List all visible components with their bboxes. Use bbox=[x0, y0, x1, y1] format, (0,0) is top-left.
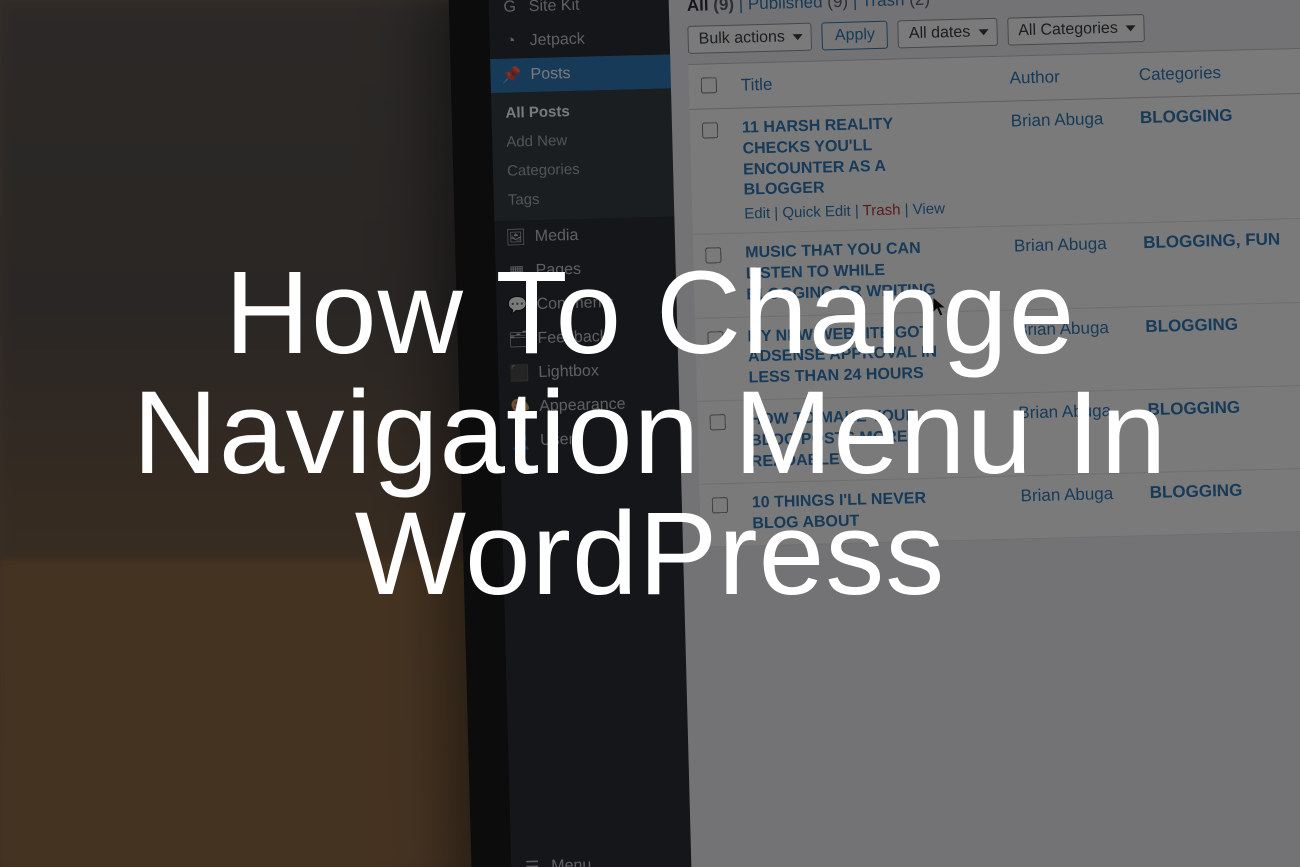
headline-overlay: How To Change Navigation Menu In WordPre… bbox=[0, 0, 1300, 867]
stage: { "overlay": { "headline": "How To Chang… bbox=[0, 0, 1300, 867]
headline-text: How To Change Navigation Menu In WordPre… bbox=[0, 253, 1300, 614]
